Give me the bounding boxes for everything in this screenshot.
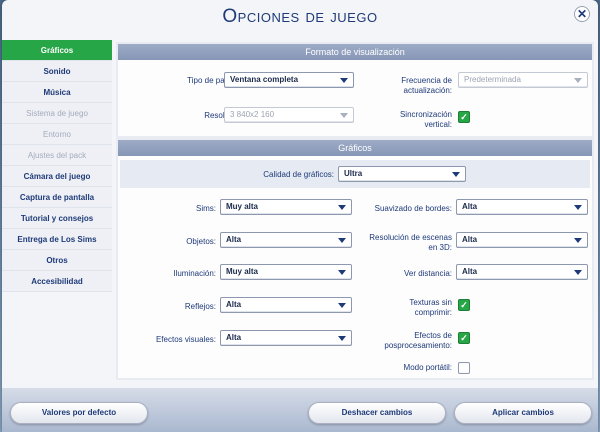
view-distance-select[interactable]: Alta — [456, 264, 588, 280]
reflections-label: Reflejos: — [184, 302, 216, 311]
uncompressed-textures-checkbox[interactable]: ✓ — [458, 299, 470, 311]
objects-value: Alta — [226, 235, 242, 244]
scene-resolution-value: Alta — [462, 235, 478, 244]
chevron-down-icon — [574, 238, 582, 243]
scene-resolution-label: Resolución de escenas en 3D: — [344, 233, 452, 253]
post-processing-label-line2: posprocesamiento: — [384, 341, 452, 350]
lighting-label: Iluminación: — [173, 269, 216, 278]
sidebar-item-entorno: Entorno — [2, 124, 112, 145]
uncompressed-textures-label: Texturas sin comprimir: — [358, 298, 452, 318]
sidebar-item-sonido[interactable]: Sonido — [2, 61, 112, 82]
sidebar-item-captura-de-pantalla[interactable]: Captura de pantalla — [2, 187, 112, 208]
sidebar-item-entrega[interactable]: Entrega de Los Sims — [2, 229, 112, 250]
chevron-down-icon — [338, 205, 346, 210]
display-section-header: Formato de visualización — [118, 44, 592, 60]
screen-type-value: Ventana completa — [230, 75, 299, 84]
refresh-rate-label: Frecuencia de actualización: — [368, 76, 452, 96]
vsync-label-line1: Sincronización — [399, 110, 452, 119]
reflections-select[interactable]: Alta — [220, 297, 352, 313]
sidebar: Gráficos Sonido Música Sistema de juego … — [2, 40, 112, 292]
refresh-rate-label-line1: Frecuencia de — [401, 76, 452, 85]
objects-select[interactable]: Alta — [220, 232, 352, 248]
objects-label: Objetos: — [186, 237, 216, 246]
chevron-down-icon — [340, 78, 348, 83]
laptop-mode-label: Modo portátil: — [403, 363, 452, 372]
sims-value: Muy alta — [226, 202, 259, 211]
quality-select[interactable]: Ultra — [338, 166, 466, 182]
apply-changes-button[interactable]: Aplicar cambios — [454, 402, 592, 424]
refresh-rate-select: Predeterminada — [458, 72, 588, 88]
post-processing-checkbox[interactable]: ✓ — [458, 332, 470, 344]
vsync-checkbox[interactable]: ✓ — [458, 111, 470, 123]
scene-resolution-label-line1: Resolución de escenas — [369, 233, 452, 242]
scene-resolution-label-line2: en 3D: — [428, 243, 452, 252]
refresh-rate-label-line2: actualización: — [403, 86, 452, 95]
chevron-down-icon — [574, 270, 582, 275]
sidebar-item-tutorial[interactable]: Tutorial y consejos — [2, 208, 112, 229]
graphics-section-header: Gráficos — [118, 140, 592, 156]
sidebar-item-otros[interactable]: Otros — [2, 250, 112, 271]
visual-effects-label: Efectos visuales: — [155, 335, 216, 344]
laptop-mode-checkbox[interactable] — [458, 362, 470, 374]
settings-panel: Formato de visualización Tipo de pantall… — [116, 42, 594, 380]
sidebar-item-camara-del-juego[interactable]: Cámara del juego — [2, 166, 112, 187]
sidebar-item-ajustes-del-pack: Ajustes del pack — [2, 145, 112, 166]
display-section: Tipo de pantalla: Ventana completa Resol… — [118, 60, 592, 136]
lighting-value: Muy alta — [226, 267, 259, 276]
graphics-section: Calidad de gráficos: Ultra Sims: Muy alt… — [118, 156, 592, 378]
reflections-value: Alta — [226, 300, 242, 309]
post-processing-label: Efectos de posprocesamiento: — [344, 331, 452, 351]
chevron-down-icon — [574, 78, 582, 83]
sidebar-item-musica[interactable]: Música — [2, 82, 112, 103]
restore-defaults-button[interactable]: Valores por defecto — [10, 402, 148, 424]
sidebar-item-graficos[interactable]: Gráficos — [2, 40, 112, 61]
sims-label: Sims: — [196, 204, 216, 213]
resolution-value: 3 840x2 160 — [230, 110, 275, 119]
quality-label: Calidad de gráficos: — [263, 170, 334, 179]
sims-select[interactable]: Muy alta — [220, 199, 352, 215]
scene-resolution-select[interactable]: Alta — [456, 232, 588, 248]
resolution-select: 3 840x2 160 — [224, 107, 354, 123]
antialiasing-label: Suavizado de bordes: — [374, 204, 452, 213]
view-distance-value: Alta — [462, 267, 478, 276]
chevron-down-icon — [574, 205, 582, 210]
antialiasing-select[interactable]: Alta — [456, 199, 588, 215]
screen-type-select[interactable]: Ventana completa — [224, 72, 354, 88]
uncompressed-textures-label-line1: Texturas sin — [409, 298, 452, 307]
sidebar-item-accesibilidad[interactable]: Accesibilidad — [2, 271, 112, 292]
dialog-title: Opciones de juego — [222, 6, 378, 27]
chevron-down-icon — [338, 270, 346, 275]
sidebar-item-sistema-de-juego: Sistema de juego — [2, 103, 112, 124]
quality-value: Ultra — [344, 169, 363, 178]
chevron-down-icon — [452, 172, 460, 177]
vsync-label: Sincronización vertical: — [368, 110, 452, 130]
uncompressed-textures-label-line2: comprimir: — [414, 308, 452, 317]
visual-effects-value: Alta — [226, 333, 242, 342]
close-icon[interactable]: ✕ — [574, 6, 590, 22]
view-distance-label: Ver distancia: — [403, 269, 452, 278]
chevron-down-icon — [340, 113, 348, 118]
undo-changes-button[interactable]: Deshacer cambios — [308, 402, 446, 424]
quality-band: Calidad de gráficos: Ultra — [120, 160, 590, 188]
visual-effects-select[interactable]: Alta — [220, 330, 352, 346]
refresh-rate-value: Predeterminada — [464, 75, 521, 84]
lighting-select[interactable]: Muy alta — [220, 264, 352, 280]
options-dialog: Opciones de juego ✕ Gráficos Sonido Músi… — [2, 0, 598, 432]
chevron-down-icon — [338, 303, 346, 308]
antialiasing-value: Alta — [462, 202, 478, 211]
post-processing-label-line1: Efectos de — [414, 331, 452, 340]
vsync-label-line2: vertical: — [424, 120, 452, 129]
